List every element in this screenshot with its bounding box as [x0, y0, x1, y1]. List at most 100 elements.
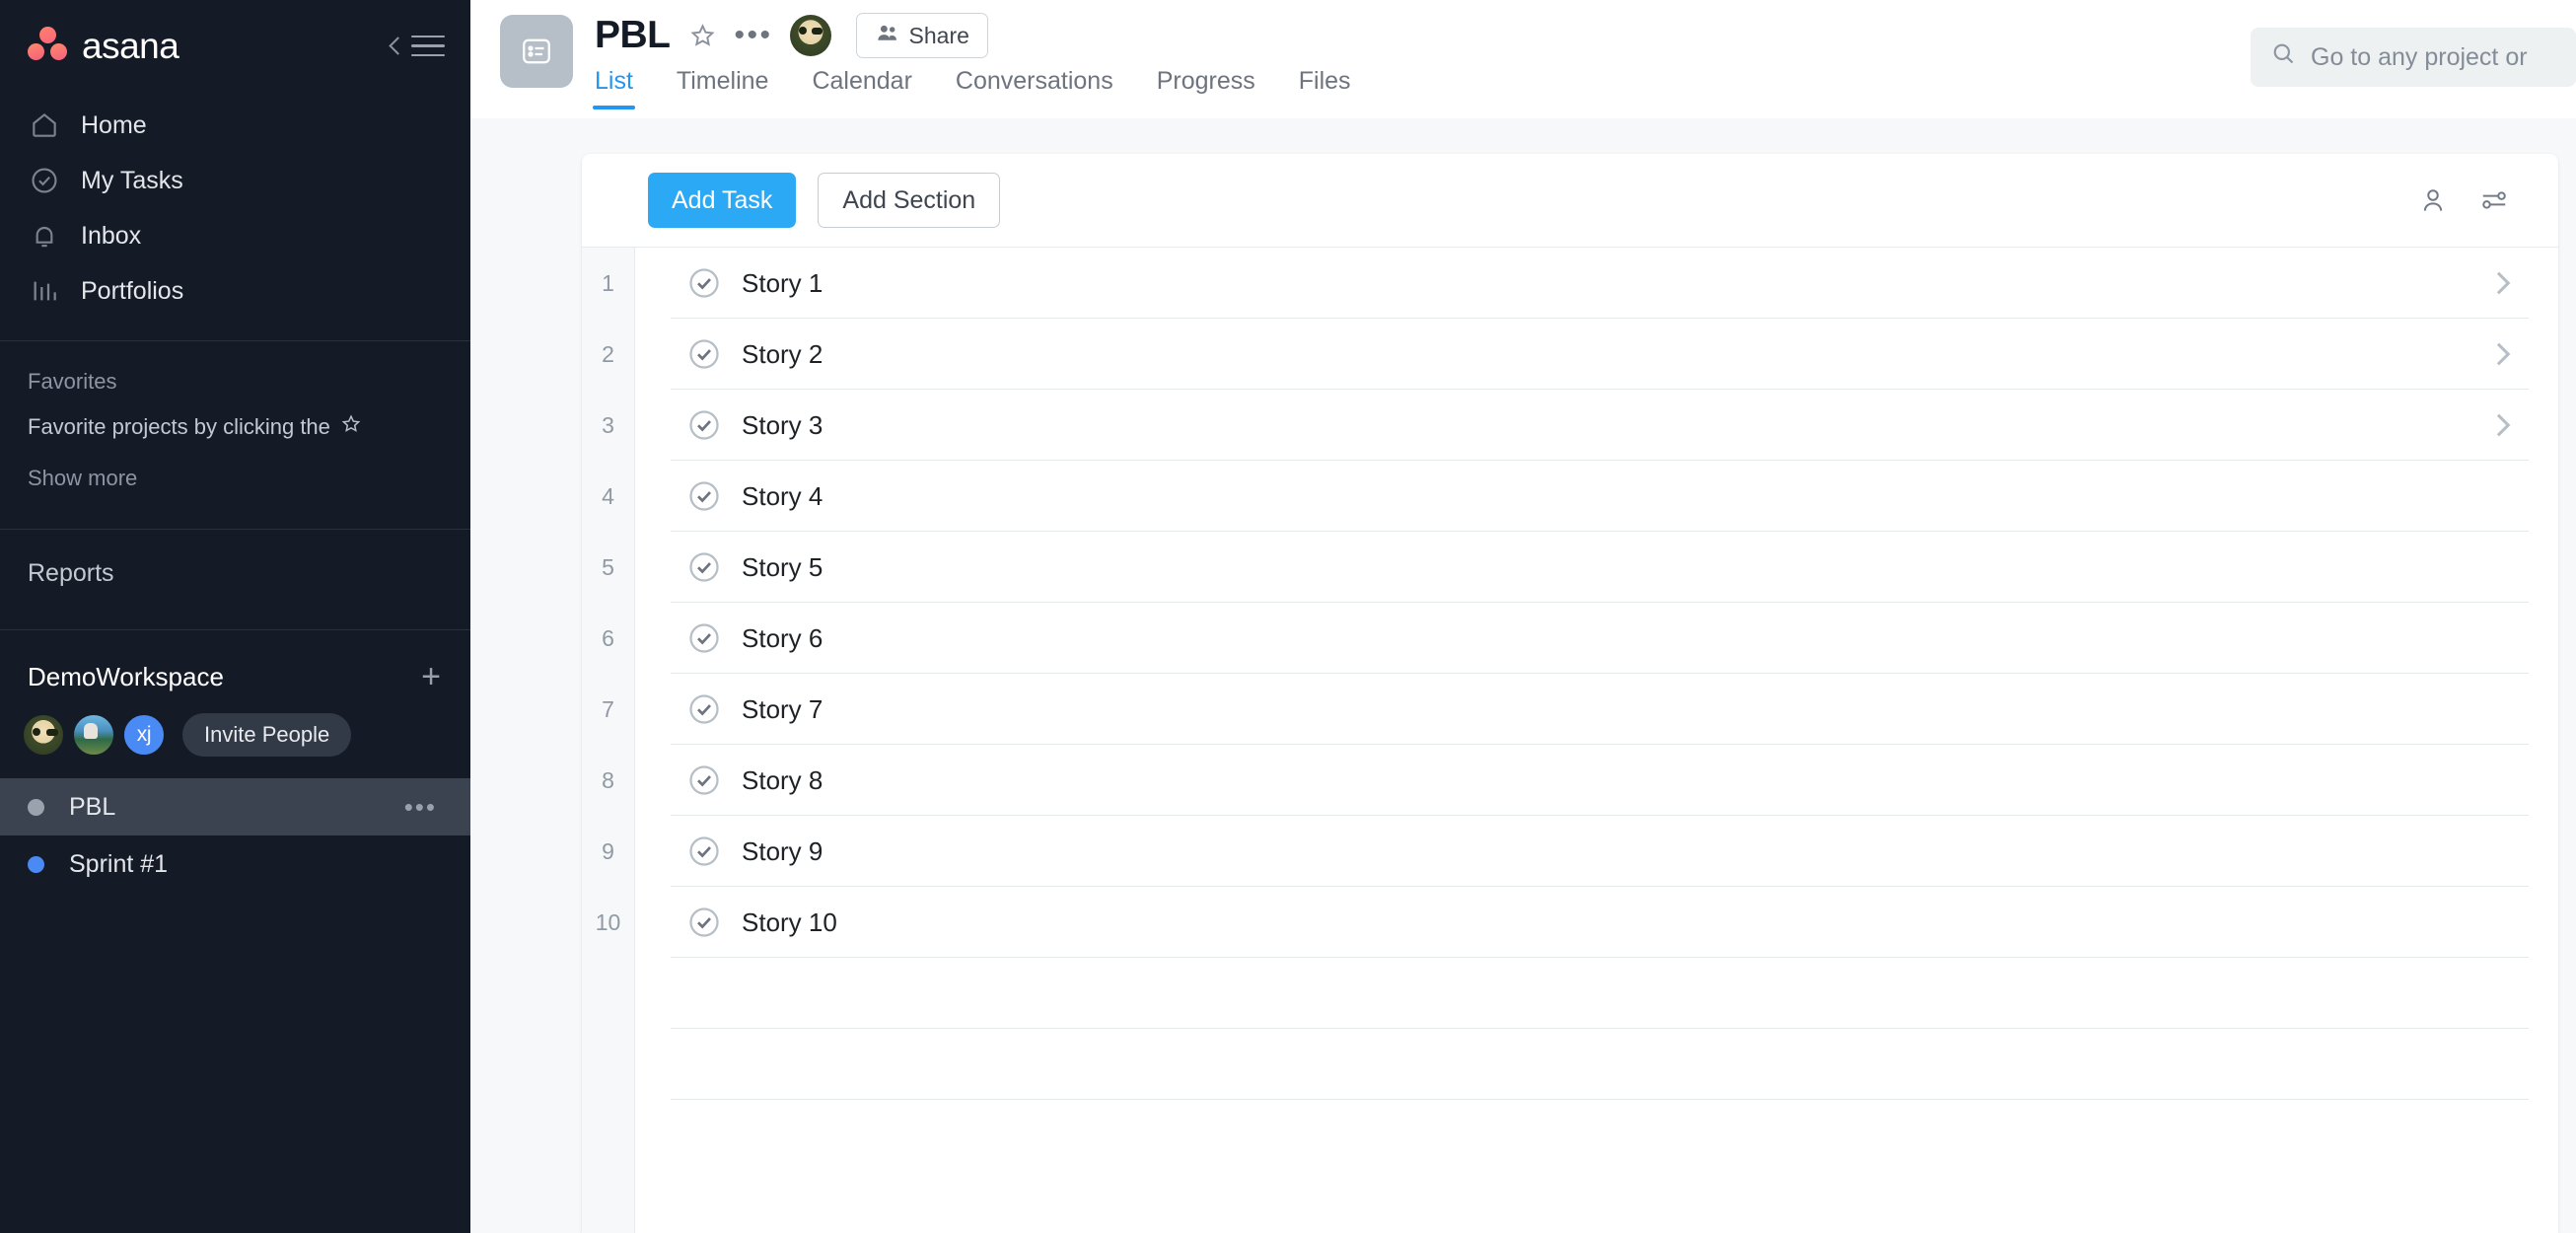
table-row[interactable]: Story 1	[635, 248, 2558, 319]
star-outline-icon[interactable]	[687, 21, 718, 51]
add-task-button[interactable]: Add Task	[648, 173, 797, 228]
list-content-area: Add Task Add Section 1 2 3 4 5 6 7 8 9 1…	[470, 118, 2576, 1233]
row-number-gutter: 1 2 3 4 5 6 7 8 9 10	[582, 248, 635, 1233]
tab-conversations[interactable]: Conversations	[956, 67, 1113, 109]
check-circle-icon[interactable]	[686, 691, 722, 727]
page-title: PBL	[595, 14, 671, 56]
more-horizontal-icon[interactable]: •••	[404, 794, 437, 820]
search-input[interactable]: Go to any project or	[2251, 28, 2576, 87]
check-circle-icon[interactable]	[686, 834, 722, 869]
sidebar-project-sprint-1[interactable]: Sprint #1	[0, 835, 470, 893]
sidebar-project-label: Sprint #1	[69, 849, 169, 878]
row-number: 3	[602, 411, 614, 438]
share-label: Share	[908, 22, 969, 48]
task-name[interactable]: Story 9	[742, 836, 823, 867]
asana-logo-icon	[28, 26, 69, 67]
sidebar-project-pbl[interactable]: PBL •••	[0, 778, 470, 835]
task-name[interactable]: Story 7	[742, 694, 823, 725]
check-circle-icon	[28, 164, 61, 197]
project-color-dot	[28, 855, 44, 873]
show-more-button[interactable]: Show more	[0, 442, 470, 517]
sidebar-item-my-tasks[interactable]: My Tasks	[0, 153, 470, 208]
person-icon[interactable]	[2418, 185, 2448, 215]
plus-icon[interactable]: +	[421, 660, 441, 693]
sidebar-collapse-controls[interactable]	[389, 35, 445, 57]
row-number: 4	[602, 482, 614, 509]
row-number: 10	[595, 908, 621, 935]
check-circle-icon[interactable]	[686, 336, 722, 372]
check-circle-icon[interactable]	[686, 265, 722, 301]
tab-timeline[interactable]: Timeline	[677, 67, 769, 109]
reports-heading[interactable]: Reports	[0, 530, 470, 617]
member-avatar-octocat[interactable]	[22, 713, 65, 757]
table-row[interactable]: Story 2	[635, 319, 2558, 390]
task-rows: Story 1 Story 2 Story 3 Story 4 Story 5 …	[635, 248, 2558, 1233]
workspace-members: xj Invite People	[0, 693, 470, 778]
sidebar-item-label: Inbox	[81, 221, 142, 250]
bell-icon	[28, 219, 61, 253]
chevron-left-icon[interactable]	[389, 36, 402, 57]
asana-logo[interactable]: asana	[28, 26, 179, 67]
task-name[interactable]: Story 10	[742, 907, 837, 938]
row-number	[582, 958, 634, 1029]
table-row[interactable]: Story 5	[635, 532, 2558, 603]
sidebar-item-label: My Tasks	[81, 166, 183, 194]
sliders-icon[interactable]	[2479, 185, 2509, 215]
sidebar-item-home[interactable]: Home	[0, 98, 470, 153]
table-row-empty[interactable]	[635, 1029, 2558, 1100]
row-number: 7	[602, 695, 614, 722]
tab-list[interactable]: List	[593, 67, 635, 109]
search-icon	[2270, 40, 2297, 74]
check-circle-icon[interactable]	[686, 620, 722, 656]
check-circle-icon[interactable]	[686, 762, 722, 798]
table-row[interactable]: Story 9	[635, 816, 2558, 887]
add-section-button[interactable]: Add Section	[818, 173, 1001, 228]
task-name[interactable]: Story 4	[742, 481, 823, 512]
check-circle-icon[interactable]	[686, 549, 722, 585]
table-row[interactable]: Story 4	[635, 461, 2558, 532]
task-name[interactable]: Story 5	[742, 552, 823, 583]
chevron-right-icon[interactable]	[2487, 342, 2511, 366]
hamburger-menu-icon[interactable]	[411, 35, 445, 57]
table-row-empty[interactable]	[635, 958, 2558, 1029]
sidebar-item-portfolios[interactable]: Portfolios	[0, 263, 470, 319]
invite-people-button[interactable]: Invite People	[182, 713, 352, 757]
check-circle-icon[interactable]	[686, 478, 722, 514]
more-horizontal-icon[interactable]: •••	[735, 21, 773, 50]
task-name[interactable]: Story 8	[742, 765, 823, 796]
chevron-right-icon[interactable]	[2487, 413, 2511, 437]
table-row[interactable]: Story 8	[635, 745, 2558, 816]
row-number: 8	[602, 766, 614, 793]
chevron-right-icon[interactable]	[2487, 271, 2511, 295]
tab-files[interactable]: Files	[1299, 67, 1351, 109]
check-circle-icon[interactable]	[686, 407, 722, 443]
task-name[interactable]: Story 2	[742, 339, 823, 370]
member-avatar-photo[interactable]	[72, 713, 115, 757]
row-number: 6	[602, 624, 614, 651]
project-title-row: PBL ••• Share	[595, 6, 1351, 65]
list-toolbar-icons	[2418, 185, 2509, 215]
sidebar: asana Home My Tasks Inbox Portfolios Fav…	[0, 0, 470, 1233]
favorites-hint-text: Favorite projects by clicking the	[28, 414, 330, 439]
task-name[interactable]: Story 6	[742, 623, 823, 654]
share-button[interactable]: Share	[855, 13, 988, 58]
row-number: 5	[602, 553, 614, 580]
owner-avatar[interactable]	[789, 15, 831, 56]
tab-progress[interactable]: Progress	[1157, 67, 1255, 109]
task-rows-container: 1 2 3 4 5 6 7 8 9 10 Story 1 Story 2 Sto…	[582, 248, 2558, 1233]
table-row[interactable]: Story 3	[635, 390, 2558, 461]
table-row[interactable]: Story 10	[635, 887, 2558, 958]
row-number: 1	[602, 269, 614, 296]
task-name[interactable]: Story 1	[742, 268, 823, 299]
list-toolbar: Add Task Add Section	[582, 154, 2558, 248]
tab-calendar[interactable]: Calendar	[812, 67, 911, 109]
workspace-name: DemoWorkspace	[28, 661, 224, 691]
check-circle-icon[interactable]	[686, 905, 722, 940]
sidebar-item-inbox[interactable]: Inbox	[0, 208, 470, 263]
table-row[interactable]: Story 7	[635, 674, 2558, 745]
member-avatar-initials[interactable]: xj	[122, 713, 166, 757]
project-header-column: PBL ••• Share List Timeline Calendar Con…	[593, 0, 1351, 109]
task-name[interactable]: Story 3	[742, 410, 823, 441]
table-row[interactable]: Story 6	[635, 603, 2558, 674]
workspace-header: DemoWorkspace +	[0, 630, 470, 693]
